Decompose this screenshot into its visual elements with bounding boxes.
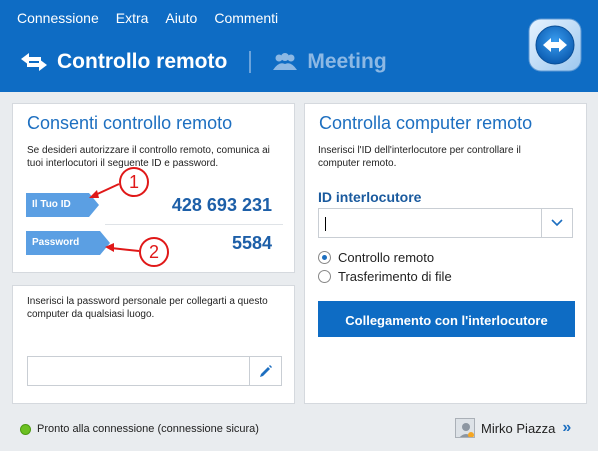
password-value[interactable]: 5584 (232, 233, 272, 254)
menu-commenti[interactable]: Commenti (214, 0, 278, 36)
your-id-label: Il Tuo ID (26, 193, 99, 217)
tab-meeting-label: Meeting (307, 50, 387, 73)
your-id-value[interactable]: 428 693 231 (172, 195, 272, 216)
avatar (455, 418, 475, 438)
mode-tabs: Controllo remoto Meeting (0, 40, 387, 84)
option-file-transfer-label: Trasferimento di file (338, 269, 452, 284)
teamviewer-logo-icon (528, 18, 582, 72)
user-silhouette-icon (456, 419, 474, 437)
personal-password-field[interactable] (28, 357, 249, 385)
tab-meeting[interactable]: Meeting (271, 50, 387, 74)
pencil-icon (259, 365, 272, 377)
password-label: Password (26, 231, 110, 255)
personal-password-description: Inserisci la password personale per coll… (27, 296, 268, 320)
control-remote-computer-panel: Controlla computer remoto Inserisci l'ID… (304, 103, 587, 404)
allow-panel-title: Consenti controllo remoto (27, 113, 233, 133)
radio-file-transfer[interactable] (318, 270, 331, 283)
partner-id-input[interactable] (319, 209, 541, 237)
connect-to-partner-button[interactable]: Collegamento con l'interlocutore (318, 301, 575, 337)
option-file-transfer[interactable]: Trasferimento di file (318, 269, 452, 284)
tab-remote-control[interactable]: Controllo remoto (19, 50, 227, 74)
double-chevron-right-icon[interactable]: » (562, 419, 571, 437)
menu-connessione[interactable]: Connessione (17, 0, 99, 36)
option-remote-control-label: Controllo remoto (338, 250, 435, 265)
connection-status: Pronto alla connessione (connessione sic… (20, 423, 259, 435)
control-panel-title: Controlla computer remoto (319, 113, 533, 133)
status-ready-icon (20, 423, 31, 435)
annotation-arrow-1: 1 (89, 167, 149, 198)
annotation-arrow-2: 2 (105, 237, 169, 267)
menu-aiuto[interactable]: Aiuto (165, 0, 197, 36)
personal-password-panel: Inserisci la password personale per coll… (12, 285, 295, 404)
text-caret (325, 217, 326, 231)
menu-bar: Connessione Extra Aiuto Commenti (0, 0, 278, 36)
user-name: Mirko Piazza (481, 420, 556, 436)
status-text: Pronto alla connessione (connessione sic… (37, 423, 259, 435)
id-divider (105, 224, 283, 225)
tab-remote-control-label: Controllo remoto (57, 50, 228, 73)
option-remote-control[interactable]: Controllo remoto (318, 250, 434, 265)
annotation-marker-1: 1 (129, 172, 139, 192)
control-panel-description: Inserisci l'ID dell'interlocutore per co… (318, 145, 521, 169)
people-icon (273, 53, 298, 70)
app-header: Connessione Extra Aiuto Commenti Control… (0, 0, 598, 92)
allow-remote-control-panel: Consenti controllo remoto Se desideri au… (12, 103, 295, 273)
menu-extra[interactable]: Extra (116, 0, 149, 36)
radio-remote-control[interactable] (318, 251, 331, 264)
chevron-down-icon (551, 219, 563, 227)
personal-password-input[interactable] (27, 356, 282, 386)
user-account[interactable]: Mirko Piazza » (455, 418, 571, 438)
partner-id-combobox[interactable] (318, 208, 573, 238)
annotation-marker-2: 2 (149, 242, 159, 262)
edit-password-button[interactable] (249, 357, 281, 385)
partner-id-dropdown-button[interactable] (541, 209, 572, 237)
partner-id-label: ID interlocutore (318, 189, 422, 205)
swap-arrows-icon (21, 53, 47, 71)
tab-divider (249, 51, 252, 73)
